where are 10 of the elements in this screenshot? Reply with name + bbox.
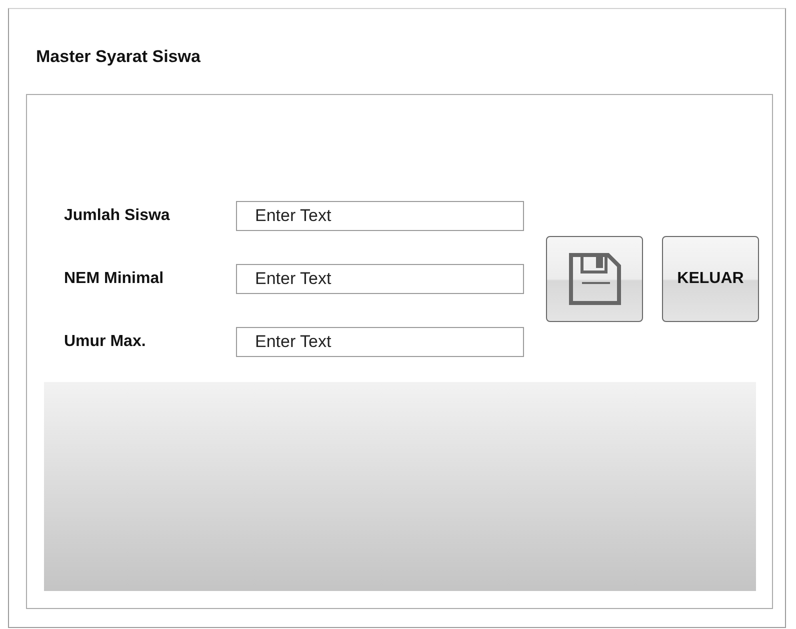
save-icon bbox=[568, 252, 622, 306]
save-button[interactable] bbox=[546, 236, 643, 322]
text-field[interactable]: Enter Text bbox=[236, 201, 524, 231]
text-field[interactable]: Enter Text bbox=[236, 264, 524, 294]
field-label: Jumlah Siswa bbox=[64, 207, 171, 225]
exit-button[interactable]: KELUAR bbox=[662, 236, 759, 322]
text-field[interactable]: Enter Text bbox=[236, 327, 524, 357]
field-label: Umur Max. bbox=[64, 333, 147, 351]
window-title: Master Syarat Siswa bbox=[36, 47, 202, 67]
field-label: NEM Minimal bbox=[64, 270, 165, 288]
